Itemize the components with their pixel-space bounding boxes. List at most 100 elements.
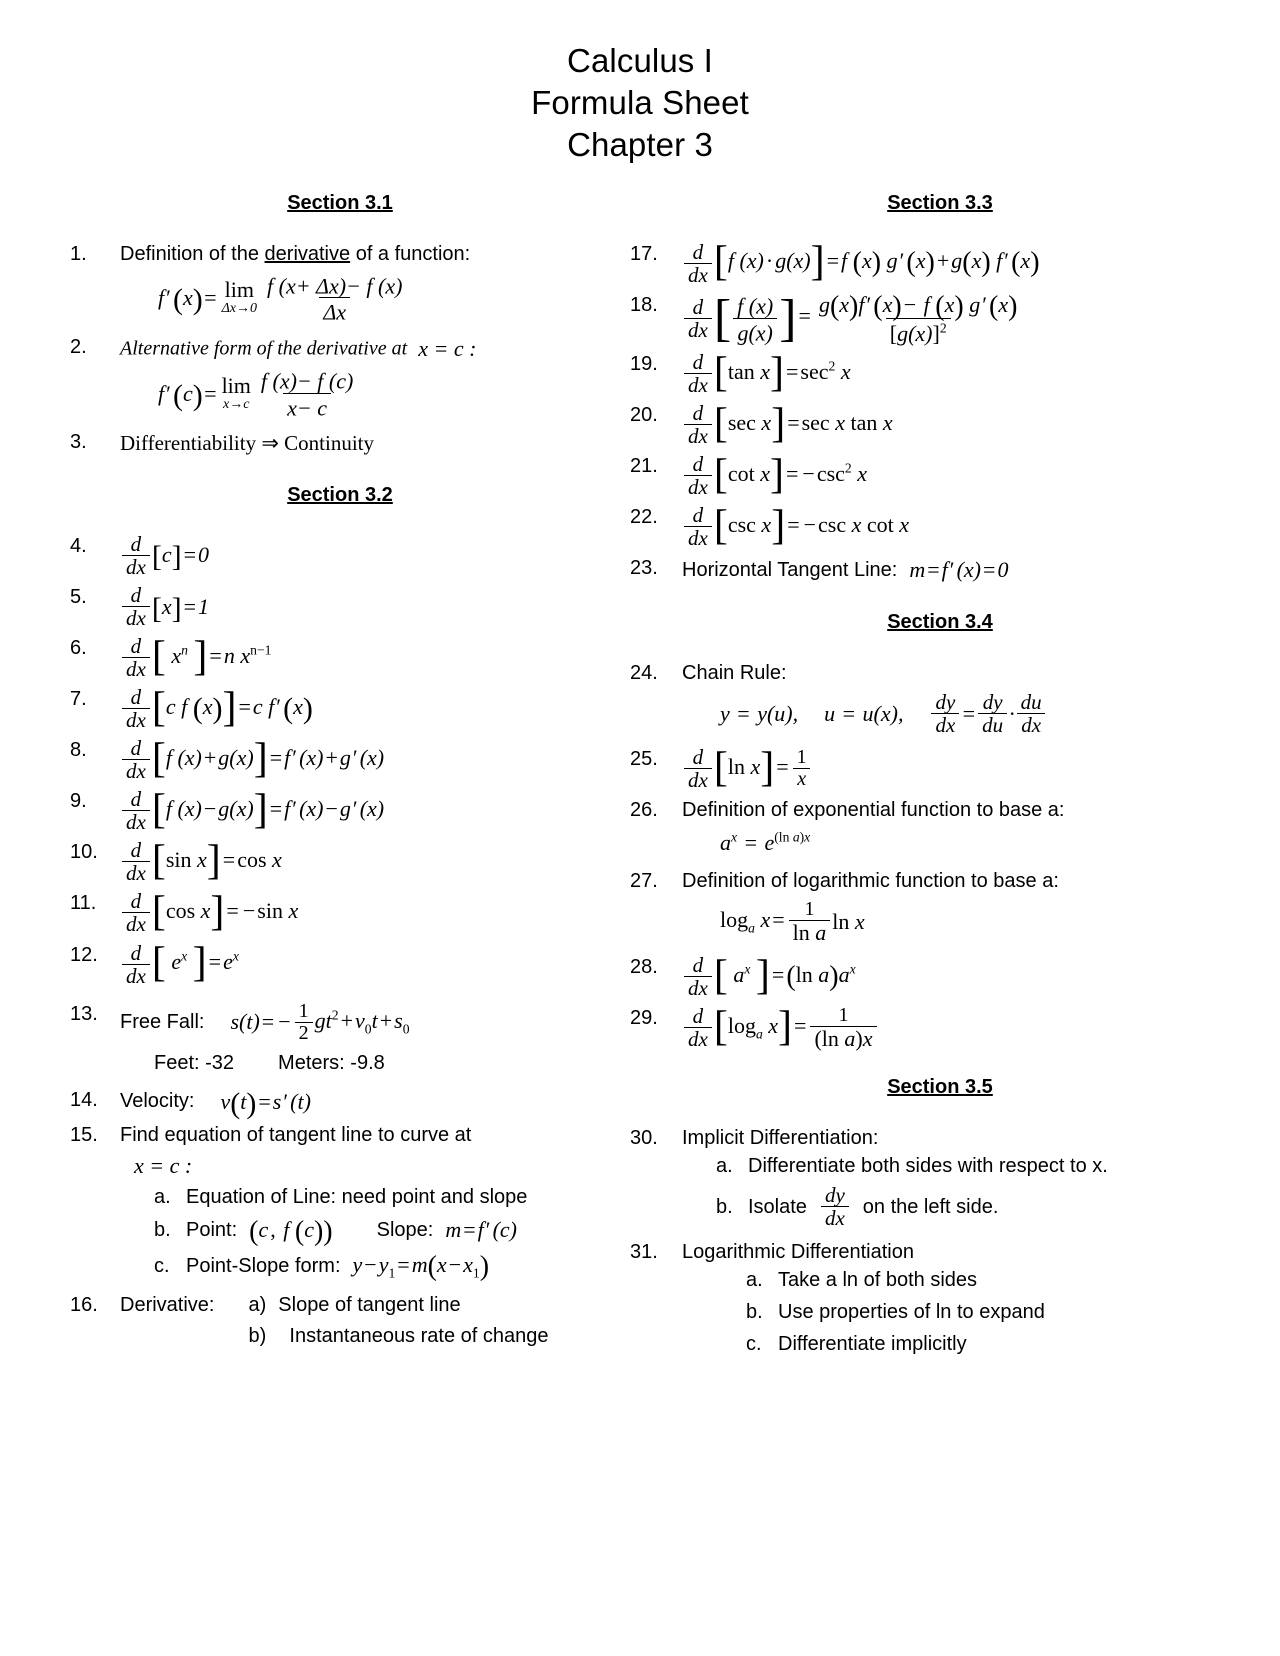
formula-item-14: 14. Velocity: v(t)=s′(t) xyxy=(70,1086,610,1120)
formula-item-17: 17. d dx [f (x)·g(x)]=f (x) g′(x)+g(x) f′… xyxy=(630,241,1250,286)
section-heading-3-5: Section 3.5 xyxy=(887,1076,993,1099)
formula-item-22: 22. d dx [csc x]= −csc x cot x xyxy=(630,504,1250,549)
item-5-formula: d dx [x]=1 xyxy=(120,584,209,629)
item-21-formula: d dx [cot x]= −csc2 x xyxy=(682,453,867,498)
formula-item-5: 5. d dx [x]=1 xyxy=(70,584,610,629)
formula-item-3: 3. Differentiability ⇒ Continuity xyxy=(70,429,610,457)
item-14-formula: v(t)=s′(t) xyxy=(220,1086,311,1120)
item-20-formula: d dx [sec x]=sec x tan x xyxy=(682,402,893,447)
item-body: Horizontal Tangent Line: m=f′(x)=0 xyxy=(682,555,1250,585)
formula-item-31: 31. Logarithmic Differentiation a. Take … xyxy=(630,1239,1250,1362)
item-number: 14. xyxy=(70,1088,98,1111)
item-4-formula: d dx [c]=0 xyxy=(120,533,209,578)
item-body: Chain Rule: y = y(u), u = u(x), dy dx = d… xyxy=(682,660,1250,740)
item-31-sub-b: b. Use properties of ln to expand xyxy=(682,1298,1250,1326)
item-30-b-after: on the left side. xyxy=(862,1195,999,1218)
formula-item-9: 9. d dx [f (x)−g(x)]=f′(x)−g′(x) xyxy=(70,788,610,833)
item-body: d dx [c]=0 xyxy=(120,533,610,578)
formula-item-13: 13. Free Fall: s(t)= − 12 gt2+v0t+s0 Feet… xyxy=(70,1000,610,1081)
item-body: Alternative form of the derivative at x … xyxy=(120,334,610,424)
item-body: d dx [ ex ]=ex xyxy=(120,941,610,987)
title-line-3: Chapter 3 xyxy=(567,125,713,163)
formula-item-6: 6. d dx [ xn ]=n xn−1 xyxy=(70,635,610,680)
formula-item-19: 19. d dx [tan x]=sec2 x xyxy=(630,351,1250,396)
item-body: d dx [ f (x) g(x) ]= g(x)f′(x)− f (x) g′(x… xyxy=(682,292,1250,345)
item-body: d dx [ xn ]=n xn−1 xyxy=(120,635,610,680)
item-23-label: Horizontal Tangent Line: xyxy=(682,558,898,581)
item-number: 8. xyxy=(70,739,87,762)
item-body: d dx [x]=1 xyxy=(120,584,610,629)
item-body: Logarithmic Differentiation a. Take a ln… xyxy=(682,1239,1250,1362)
item-31-sub-c: c. Differentiate implicitly xyxy=(682,1330,1250,1358)
item-13-meters: Meters: -9.8 xyxy=(278,1051,385,1074)
item-body: Derivative: a) Slope of tangent line b) … xyxy=(120,1292,610,1350)
sub-letter: b. xyxy=(746,1301,763,1324)
formula-item-7: 7. d dx [c f (x)]=c f′(x) xyxy=(70,686,610,731)
item-15-sub-c: c. Point-Slope form: y−y1=m(x−x1) xyxy=(120,1250,610,1282)
item-30-sub-b: b. Isolate dy dx on the left side. xyxy=(682,1184,1250,1229)
item-body: d dx [f (x)+g(x)]=f′(x)+g′(x) xyxy=(120,737,610,782)
item-16-label: Derivative: xyxy=(120,1294,215,1317)
item-number: 31. xyxy=(630,1241,658,1264)
item-26-formula: ax = e(ln a)x xyxy=(720,829,811,856)
item-body: d dx [ ax ]=(ln a)ax xyxy=(682,954,1250,999)
sub-letter: a. xyxy=(154,1185,171,1208)
formula-item-10: 10. d dx [sin x]=cos x xyxy=(70,839,610,884)
item-body: Find equation of tangent line to curve a… xyxy=(120,1122,610,1286)
left-column: Section 3.1 1. Definition of the derivat… xyxy=(0,192,620,1369)
item-22-formula: d dx [csc x]= −csc x cot x xyxy=(682,504,909,549)
item-30-label: Implicit Differentiation: xyxy=(682,1127,879,1150)
item-number: 26. xyxy=(630,799,658,822)
item-18-formula: d dx [ f (x) g(x) ]= g(x)f′(x)− f (x) g′(x… xyxy=(682,292,1023,345)
item-6-formula: d dx [ xn ]=n xn−1 xyxy=(120,635,271,680)
item-body: d dx [ln x]= 1x xyxy=(682,746,1250,791)
item-number: 9. xyxy=(70,790,87,813)
section-heading-3-4: Section 3.4 xyxy=(887,611,993,634)
section-heading-3-2: Section 3.2 xyxy=(287,483,393,506)
sub-text: Differentiate implicitly xyxy=(778,1333,967,1356)
item-2-text: Alternative form of the derivative at xyxy=(120,337,408,360)
item-number: 12. xyxy=(70,943,98,966)
formula-item-29: 29. d dx [loga x]= 1 (ln a)x xyxy=(630,1005,1250,1050)
item-number: 21. xyxy=(630,455,658,478)
right-column: Section 3.3 17. d dx [f (x)·g(x)]=f (x) g… xyxy=(620,192,1280,1369)
title-line-2: Formula Sheet xyxy=(531,83,749,121)
item-30-sub-a: a. Differentiate both sides with respect… xyxy=(682,1152,1250,1180)
item-15-b-label: Point: xyxy=(186,1219,238,1242)
formula-item-2: 2. Alternative form of the derivative at… xyxy=(70,334,610,424)
item-12-formula: d dx [ ex ]=ex xyxy=(120,941,239,987)
section-heading-3-3: Section 3.3 xyxy=(887,191,993,214)
item-number: 15. xyxy=(70,1124,98,1147)
section-heading-3-1: Section 3.1 xyxy=(287,191,393,214)
item-body: d dx [tan x]=sec2 x xyxy=(682,351,1250,396)
item-number: 3. xyxy=(70,431,87,454)
formula-item-30: 30. Implicit Differentiation: a. Differe… xyxy=(630,1125,1250,1233)
item-body: Definition of logarithmic function to ba… xyxy=(682,868,1250,948)
item-body: d dx [cos x]= −sin x xyxy=(120,890,610,936)
formula-item-27: 27. Definition of logarithmic function t… xyxy=(630,868,1250,948)
item-16-b: Instantaneous rate of change xyxy=(289,1325,549,1348)
formula-item-1: 1. Definition of the derivative of a fun… xyxy=(70,241,610,328)
item-15-c-formula: y−y1=m(x−x1) xyxy=(352,1250,490,1282)
formula-item-12: 12. d dx [ ex ]=ex xyxy=(70,941,610,987)
item-number: 19. xyxy=(630,352,658,375)
item-27-formula: loga x= 1 ln a ln x xyxy=(720,897,865,945)
formula-item-8: 8. d dx [f (x)+g(x)]=f′(x)+g′(x) xyxy=(70,737,610,782)
item-body: d dx [f (x)·g(x)]=f (x) g′(x)+g(x) f′(x) xyxy=(682,241,1250,286)
item-3-text: Differentiability ⇒ Continuity xyxy=(120,431,375,456)
item-15-sub-a: a. Equation of Line: need point and slop… xyxy=(120,1183,610,1211)
item-26-label: Definition of exponential function to ba… xyxy=(682,799,1065,822)
item-15-text: Find equation of tangent line to curve a… xyxy=(120,1124,472,1147)
item-number: 30. xyxy=(630,1127,658,1150)
item-number: 4. xyxy=(70,534,87,557)
item-number: 25. xyxy=(630,748,658,771)
sub-text: Equation of Line: need point and slope xyxy=(186,1185,528,1208)
item-13-label: Free Fall: xyxy=(120,1010,205,1033)
item-24-label: Chain Rule: xyxy=(682,662,787,685)
item-number: 16. xyxy=(70,1294,98,1317)
item-number: 13. xyxy=(70,1002,98,1025)
item-1-text-underline: derivative xyxy=(264,242,351,265)
title-line-1: Calculus I xyxy=(567,42,713,79)
item-number: 18. xyxy=(630,293,658,316)
item-number: 1. xyxy=(70,242,87,265)
